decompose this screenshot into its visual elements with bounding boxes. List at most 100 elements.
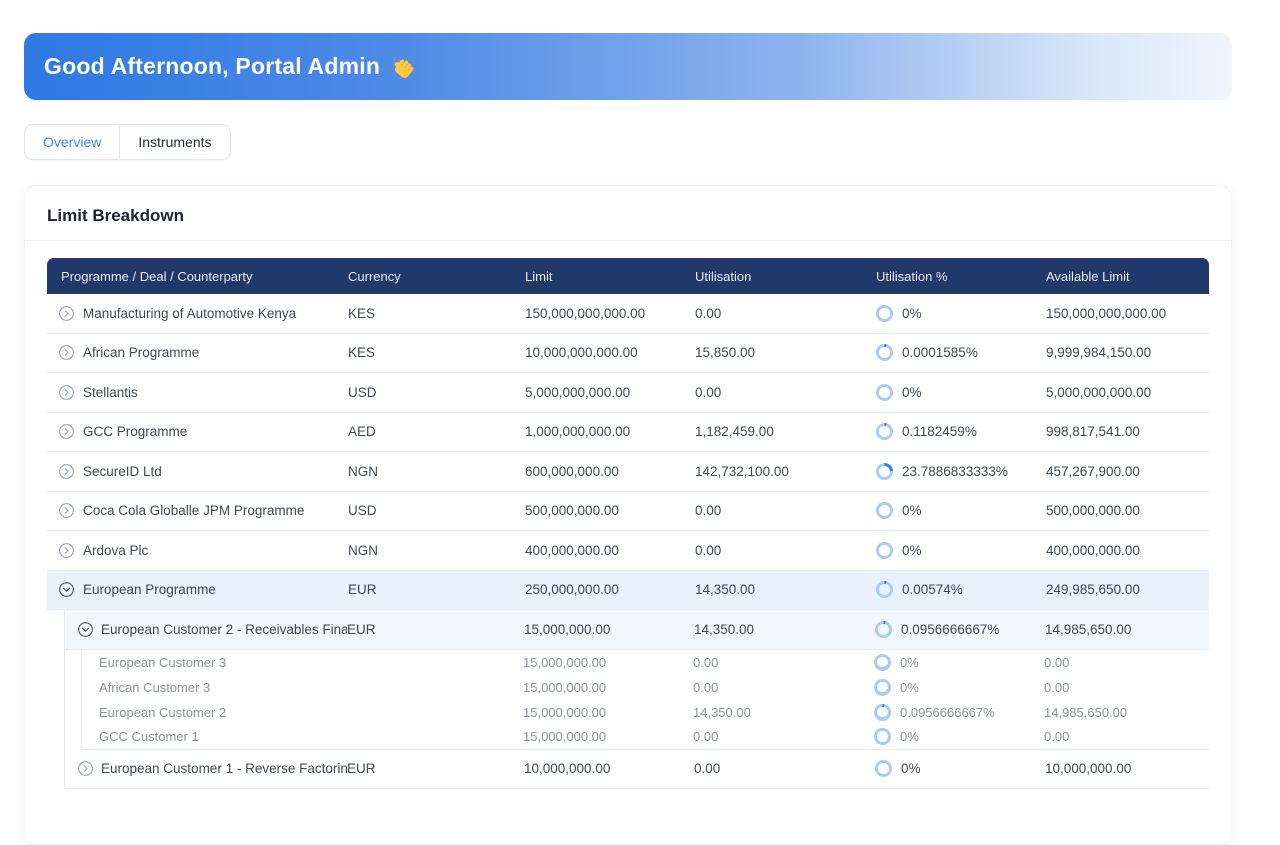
cell-utilisation-pct: 0.0956666667% [875,621,1045,638]
limit-table-header: Programme / Deal / CounterpartyCurrencyL… [47,258,1209,294]
panel-title: Limit Breakdown [25,186,1231,240]
utilisation-donut [876,542,893,559]
programme-name: European Customer 2 [99,705,226,720]
chevron-right-icon[interactable] [59,424,74,439]
cell-currency: EUR [347,761,524,776]
table-row[interactable]: European Customer 315,000,000.000.000%0.… [47,650,1209,675]
cell-programme: GCC Customer 1 [82,729,346,744]
table-row[interactable]: European Customer 2 - Receivables Finan.… [47,610,1209,650]
programme-name: Coca Cola Globalle JPM Programme [83,503,304,518]
cell-utilisation: 0.00 [695,306,876,321]
cell-currency: NGN [348,543,525,558]
chevron-down-icon[interactable] [59,582,74,597]
table-row[interactable]: GCC Customer 115,000,000.000.000%0.00 [47,725,1209,750]
indent-guide [47,675,65,700]
cell-utilisation: 0.00 [695,503,876,518]
limit-table: Programme / Deal / CounterpartyCurrencyL… [47,258,1209,789]
cell-currency: USD [348,503,525,518]
cell-available-limit: 0.00 [1044,655,1209,670]
utilisation-donut [874,654,891,671]
utilisation-donut [875,760,892,777]
utilisation-pct-label: 0.0001585% [902,345,978,360]
cell-programme: Manufacturing of Automotive Kenya [47,306,348,321]
cell-available-limit: 5,000,000,000.00 [1046,385,1209,400]
utilisation-donut [876,305,893,322]
table-row[interactable]: European Customer 215,000,000.0014,350.0… [47,700,1209,725]
column-header-utilisation: Utilisation % [876,269,1046,284]
programme-name: Manufacturing of Automotive Kenya [83,306,296,321]
cell-utilisation: 0.00 [693,729,874,744]
cell-limit: 500,000,000.00 [525,503,695,518]
cell-utilisation-pct: 0% [874,679,1044,696]
indent-guide [47,750,65,790]
cell-utilisation-pct: 0% [876,502,1046,519]
cell-limit: 250,000,000.00 [525,582,695,597]
cell-available-limit: 0.00 [1044,729,1209,744]
tab-overview[interactable]: Overview [25,125,119,159]
chevron-right-icon[interactable] [78,761,93,776]
view-tabs: Overview Instruments [24,124,231,160]
cell-available-limit: 457,267,900.00 [1046,464,1209,479]
table-row[interactable]: StellantisUSD5,000,000,000.000.000%5,000… [47,373,1209,413]
cell-available-limit: 150,000,000,000.00 [1046,306,1209,321]
panel-divider [25,240,1231,241]
chevron-right-icon[interactable] [59,543,74,558]
cell-available-limit: 400,000,000.00 [1046,543,1209,558]
utilisation-donut [874,704,891,721]
table-row[interactable]: European Customer 1 - Reverse FactoringE… [47,750,1209,790]
cell-programme: Ardova Plc [47,543,348,558]
utilisation-donut [876,581,893,598]
chevron-right-icon[interactable] [59,306,74,321]
cell-programme: European Customer 3 [82,655,346,670]
chevron-right-icon[interactable] [59,503,74,518]
table-row[interactable]: Ardova PlcNGN400,000,000.000.000%400,000… [47,531,1209,571]
utilisation-donut [875,621,892,638]
column-header-programme-deal-counterparty: Programme / Deal / Counterparty [47,269,348,284]
programme-name: Ardova Plc [83,543,148,558]
utilisation-pct-label: 0.00574% [902,582,963,597]
cell-limit: 400,000,000.00 [525,543,695,558]
utilisation-donut [876,344,893,361]
chevron-right-icon[interactable] [59,345,74,360]
cell-available-limit: 14,985,650.00 [1044,705,1209,720]
tab-instruments[interactable]: Instruments [119,125,229,159]
cell-available-limit: 500,000,000.00 [1046,503,1209,518]
indent-guide [65,675,82,700]
cell-programme: European Customer 1 - Reverse Factoring [65,761,347,776]
cell-utilisation-pct: 0% [876,542,1046,559]
cell-limit: 10,000,000,000.00 [525,345,695,360]
table-row[interactable]: Coca Cola Globalle JPM ProgrammeUSD500,0… [47,492,1209,532]
cell-utilisation: 14,350.00 [693,705,874,720]
chevron-right-icon[interactable] [59,464,74,479]
utilisation-pct-label: 0.0956666667% [901,622,999,637]
cell-utilisation: 0.00 [695,385,876,400]
cell-limit: 10,000,000.00 [524,761,694,776]
table-row[interactable]: GCC ProgrammeAED1,000,000,000.001,182,45… [47,413,1209,453]
table-row[interactable]: African Customer 315,000,000.000.000%0.0… [47,675,1209,700]
indent-guide [47,725,65,750]
cell-available-limit: 10,000,000.00 [1045,761,1209,776]
greeting-title: Good Afternoon, Portal Admin [44,52,417,81]
indent-guide [47,650,65,675]
utilisation-donut [874,728,891,745]
table-row[interactable]: European ProgrammeEUR250,000,000.0014,35… [47,571,1209,611]
chevron-right-icon[interactable] [59,385,74,400]
column-header-limit: Limit [525,269,695,284]
cell-currency: KES [348,306,525,321]
greeting-banner: Good Afternoon, Portal Admin [24,33,1232,100]
cell-utilisation: 0.00 [694,761,875,776]
cell-utilisation-pct: 0.1182459% [876,423,1046,440]
cell-currency: NGN [348,464,525,479]
cell-currency: EUR [347,622,524,637]
cell-utilisation-pct: 0% [874,654,1044,671]
programme-name: African Customer 3 [99,680,210,695]
table-row[interactable]: Manufacturing of Automotive Kenya KES 150,… [47,294,1209,334]
programme-name: GCC Programme [83,424,187,439]
cell-programme: SecureID Ltd [47,464,348,479]
table-row[interactable]: African ProgrammeKES10,000,000,000.0015,… [47,334,1209,374]
cell-available-limit: 249,985,650.00 [1046,582,1209,597]
chevron-down-icon[interactable] [78,622,93,637]
utilisation-pct-label: 0.0956666667% [900,705,995,720]
table-row[interactable]: SecureID LtdNGN600,000,000.00142,732,100… [47,452,1209,492]
indent-guide [65,700,82,725]
